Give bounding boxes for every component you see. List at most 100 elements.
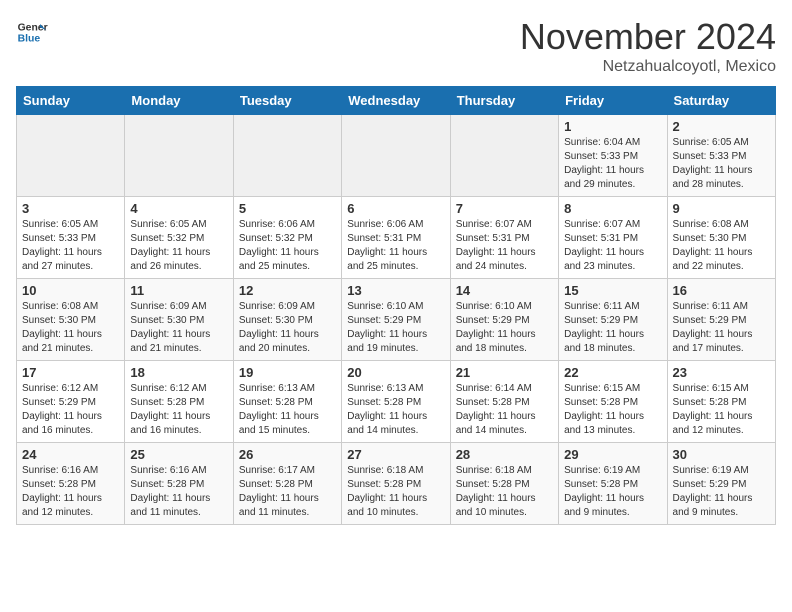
day-number: 2: [673, 119, 770, 134]
day-number: 4: [130, 201, 227, 216]
calendar-cell: 15Sunrise: 6:11 AM Sunset: 5:29 PM Dayli…: [559, 279, 667, 361]
day-number: 17: [22, 365, 119, 380]
day-info: Sunrise: 6:19 AM Sunset: 5:29 PM Dayligh…: [673, 464, 770, 520]
day-info: Sunrise: 6:04 AM Sunset: 5:33 PM Dayligh…: [564, 136, 661, 192]
calendar-cell: 1 Sunrise: 6:04 AM Sunset: 5:33 PM Daylig…: [559, 115, 667, 197]
day-info: Sunrise: 6:07 AM Sunset: 5:31 PM Dayligh…: [456, 218, 553, 274]
calendar-cell: 14 Sunrise: 6:10 AM Sunset: 5:29 PM Dayli…: [450, 279, 558, 361]
day-number: 15: [564, 283, 661, 298]
day-number: 27: [347, 447, 444, 462]
page-header: General Blue November 2024 Netzahualcoyo…: [16, 16, 776, 76]
calendar-cell: 24Sunrise: 6:16 AM Sunset: 5:28 PM Dayli…: [17, 443, 125, 525]
title-block: November 2024 Netzahualcoyotl, Mexico: [520, 16, 776, 76]
day-number: 21: [456, 365, 553, 380]
calendar-cell: 4 Sunrise: 6:05 AM Sunset: 5:32 PM Daylig…: [125, 197, 233, 279]
day-number: 20: [347, 365, 444, 380]
calendar-cell: 5Sunrise: 6:06 AM Sunset: 5:32 PM Daylig…: [233, 197, 341, 279]
calendar-cell: [125, 115, 233, 197]
svg-text:Blue: Blue: [18, 34, 41, 45]
calendar-table: SundayMondayTuesdayWednesdayThursdayFrid…: [16, 86, 776, 525]
calendar-cell: 19 Sunrise: 6:13 AM Sunset: 5:28 PM Dayli…: [233, 361, 341, 443]
day-number: 25: [130, 447, 227, 462]
day-number: 29: [564, 447, 661, 462]
calendar-cell: 26Sunrise: 6:17 AM Sunset: 5:28 PM Dayli…: [233, 443, 341, 525]
day-info: Sunrise: 6:18 AM Sunset: 5:28 PM Dayligh…: [456, 464, 553, 520]
month-title: November 2024: [520, 16, 776, 58]
calendar-cell: 25 Sunrise: 6:16 AM Sunset: 5:28 PM Dayli…: [125, 443, 233, 525]
day-info: Sunrise: 6:09 AM Sunset: 5:30 PM Dayligh…: [239, 300, 336, 356]
calendar-cell: 27 Sunrise: 6:18 AM Sunset: 5:28 PM Dayli…: [342, 443, 450, 525]
logo-icon: General Blue: [16, 16, 48, 48]
day-info: Sunrise: 6:08 AM Sunset: 5:30 PM Dayligh…: [22, 300, 119, 356]
day-info: Sunrise: 6:17 AM Sunset: 5:28 PM Dayligh…: [239, 464, 336, 520]
day-number: 30: [673, 447, 770, 462]
day-number: 1: [564, 119, 661, 134]
day-info: Sunrise: 6:05 AM Sunset: 5:32 PM Dayligh…: [130, 218, 227, 274]
weekday-header-tuesday: Tuesday: [233, 87, 341, 115]
weekday-header-monday: Monday: [125, 87, 233, 115]
day-number: 24: [22, 447, 119, 462]
calendar-cell: 18 Sunrise: 6:12 AM Sunset: 5:28 PM Dayli…: [125, 361, 233, 443]
calendar-cell: [17, 115, 125, 197]
calendar-week-5: 24 Sunrise: 6:16 AM Sunset: 5:28 PM Dayli…: [17, 443, 776, 525]
day-info: Sunrise: 6:09 AM Sunset: 5:30 PM Dayligh…: [130, 300, 227, 356]
day-info: Sunrise: 6:15 AM Sunset: 5:28 PM Dayligh…: [564, 382, 661, 438]
calendar-cell: 29 Sunrise: 6:19 AM Sunset: 5:28 PM Dayli…: [559, 443, 667, 525]
day-info: Sunrise: 6:05 AM Sunset: 5:33 PM Dayligh…: [22, 218, 119, 274]
day-number: 16: [673, 283, 770, 298]
day-info: Sunrise: 6:13 AM Sunset: 5:28 PM Dayligh…: [239, 382, 336, 438]
day-info: Sunrise: 6:14 AM Sunset: 5:28 PM Dayligh…: [456, 382, 553, 438]
day-number: 23: [673, 365, 770, 380]
day-number: 10: [22, 283, 119, 298]
calendar-cell: 8Sunrise: 6:07 AM Sunset: 5:31 PM Daylig…: [559, 197, 667, 279]
calendar-cell: 10 Sunrise: 6:08 AM Sunset: 5:30 PM Dayli…: [17, 279, 125, 361]
day-number: 13: [347, 283, 444, 298]
day-info: Sunrise: 6:19 AM Sunset: 5:28 PM Dayligh…: [564, 464, 661, 520]
day-info: Sunrise: 6:16 AM Sunset: 5:28 PM Dayligh…: [130, 464, 227, 520]
weekday-header-thursday: Thursday: [450, 87, 558, 115]
calendar-week-4: 17 Sunrise: 6:12 AM Sunset: 5:29 PM Dayli…: [17, 361, 776, 443]
calendar-week-3: 10 Sunrise: 6:08 AM Sunset: 5:30 PM Dayli…: [17, 279, 776, 361]
calendar-cell: [342, 115, 450, 197]
day-info: Sunrise: 6:10 AM Sunset: 5:29 PM Dayligh…: [456, 300, 553, 356]
day-info: Sunrise: 6:15 AM Sunset: 5:28 PM Dayligh…: [673, 382, 770, 438]
day-number: 8: [564, 201, 661, 216]
day-number: 28: [456, 447, 553, 462]
day-number: 19: [239, 365, 336, 380]
calendar-cell: [233, 115, 341, 197]
day-info: Sunrise: 6:06 AM Sunset: 5:31 PM Dayligh…: [347, 218, 444, 274]
calendar-cell: 22 Sunrise: 6:15 AM Sunset: 5:28 PM Dayli…: [559, 361, 667, 443]
weekday-header-sunday: Sunday: [17, 87, 125, 115]
day-number: 3: [22, 201, 119, 216]
calendar-cell: [450, 115, 558, 197]
calendar-week-1: 1 Sunrise: 6:04 AM Sunset: 5:33 PM Daylig…: [17, 115, 776, 197]
calendar-cell: 6 Sunrise: 6:06 AM Sunset: 5:31 PM Daylig…: [342, 197, 450, 279]
calendar-cell: 3 Sunrise: 6:05 AM Sunset: 5:33 PM Daylig…: [17, 197, 125, 279]
day-info: Sunrise: 6:10 AM Sunset: 5:29 PM Dayligh…: [347, 300, 444, 356]
calendar-cell: 7Sunrise: 6:07 AM Sunset: 5:31 PM Daylig…: [450, 197, 558, 279]
calendar-cell: 2Sunrise: 6:05 AM Sunset: 5:33 PM Daylig…: [667, 115, 775, 197]
day-info: Sunrise: 6:18 AM Sunset: 5:28 PM Dayligh…: [347, 464, 444, 520]
day-number: 22: [564, 365, 661, 380]
logo: General Blue: [16, 16, 48, 48]
day-info: Sunrise: 6:11 AM Sunset: 5:29 PM Dayligh…: [673, 300, 770, 356]
day-info: Sunrise: 6:13 AM Sunset: 5:28 PM Dayligh…: [347, 382, 444, 438]
day-number: 14: [456, 283, 553, 298]
calendar-cell: 11 Sunrise: 6:09 AM Sunset: 5:30 PM Dayli…: [125, 279, 233, 361]
weekday-header-row: SundayMondayTuesdayWednesdayThursdayFrid…: [17, 87, 776, 115]
calendar-cell: 20 Sunrise: 6:13 AM Sunset: 5:28 PM Dayli…: [342, 361, 450, 443]
calendar-week-2: 3 Sunrise: 6:05 AM Sunset: 5:33 PM Daylig…: [17, 197, 776, 279]
day-info: Sunrise: 6:12 AM Sunset: 5:29 PM Dayligh…: [22, 382, 119, 438]
day-number: 11: [130, 283, 227, 298]
location: Netzahualcoyotl, Mexico: [520, 58, 776, 76]
weekday-header-friday: Friday: [559, 87, 667, 115]
day-number: 6: [347, 201, 444, 216]
day-number: 9: [673, 201, 770, 216]
day-number: 18: [130, 365, 227, 380]
day-info: Sunrise: 6:12 AM Sunset: 5:28 PM Dayligh…: [130, 382, 227, 438]
day-info: Sunrise: 6:08 AM Sunset: 5:30 PM Dayligh…: [673, 218, 770, 274]
day-info: Sunrise: 6:06 AM Sunset: 5:32 PM Dayligh…: [239, 218, 336, 274]
calendar-cell: 30 Sunrise: 6:19 AM Sunset: 5:29 PM Dayli…: [667, 443, 775, 525]
calendar-cell: 28 Sunrise: 6:18 AM Sunset: 5:28 PM Dayli…: [450, 443, 558, 525]
calendar-cell: 9 Sunrise: 6:08 AM Sunset: 5:30 PM Daylig…: [667, 197, 775, 279]
